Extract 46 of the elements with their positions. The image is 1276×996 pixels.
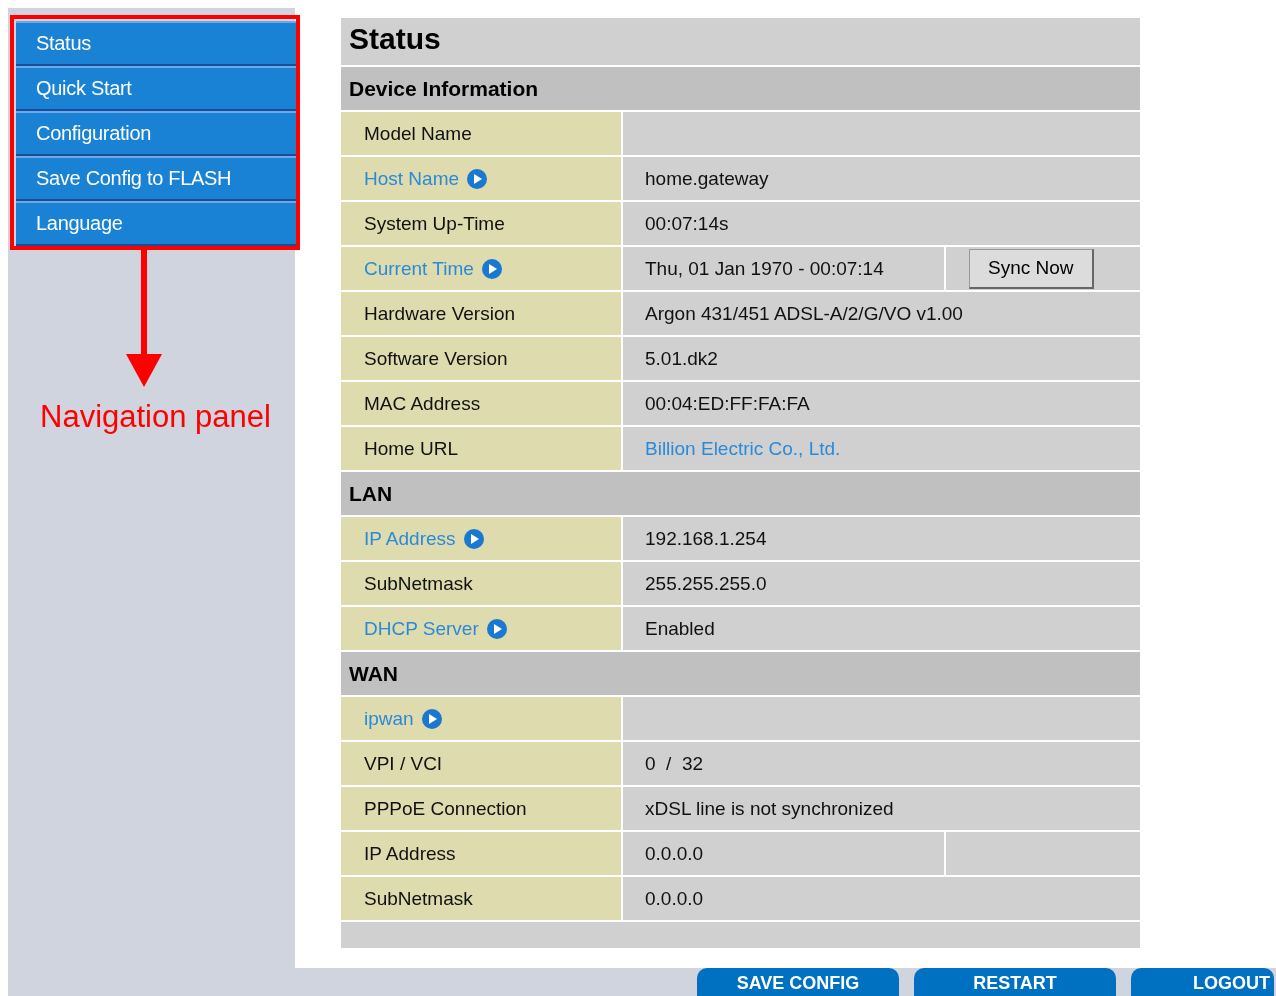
label-cell: Model Name <box>341 112 621 155</box>
label-cell: SubNetmask <box>341 877 621 920</box>
footer-button[interactable]: LOGOUT <box>1131 968 1274 996</box>
label-cell: Home URL <box>341 427 621 470</box>
label-cell: VPI / VCI <box>341 742 621 785</box>
arrow-circle-icon[interactable] <box>463 528 484 549</box>
label-cell: SubNetmask <box>341 562 621 605</box>
nav-item[interactable]: Configuration <box>16 111 296 156</box>
nav-item[interactable]: Quick Start <box>16 66 296 111</box>
label-link[interactable]: ipwan <box>364 707 414 730</box>
label-cell: Software Version <box>341 337 621 380</box>
value-cell: home.gateway <box>623 157 1140 200</box>
label-cell: Hardware Version <box>341 292 621 335</box>
footer-button[interactable]: RESTART <box>914 968 1116 996</box>
section-header: WAN <box>341 652 1140 695</box>
value-cell: Thu, 01 Jan 1970 - 00:07:14 <box>623 247 944 290</box>
arrow-circle-icon[interactable] <box>486 618 507 639</box>
nav-item[interactable]: Status <box>16 21 296 66</box>
section-header: LAN <box>341 472 1140 515</box>
arrow-circle-icon[interactable] <box>421 708 442 729</box>
nav-item[interactable]: Save Config to FLASH <box>16 156 296 201</box>
arrow-circle-icon[interactable] <box>481 258 502 279</box>
footer-button[interactable]: SAVE CONFIG <box>697 968 899 996</box>
value-cell: 00:04:ED:FF:FA:FA <box>623 382 1140 425</box>
arrow-circle-icon[interactable] <box>467 168 488 189</box>
value-cell: Argon 431/451 ADSL-A/2/G/VO v1.00 <box>623 292 1140 335</box>
section-header: Device Information <box>341 67 1140 110</box>
page-title: Status <box>341 18 1140 65</box>
sync-now-button[interactable]: Sync Now <box>969 248 1094 289</box>
value-cell: Enabled <box>623 607 1140 650</box>
value-cell: 0 / 32 <box>623 742 1140 785</box>
label-link[interactable]: IP Address <box>364 527 456 550</box>
label-cell: IP Address <box>341 832 621 875</box>
value-cell: 0.0.0.0 <box>623 877 1140 920</box>
label-cell: PPPoE Connection <box>341 787 621 830</box>
value-cell: 192.168.1.254 <box>623 517 1140 560</box>
value-cell: 255.255.255.0 <box>623 562 1140 605</box>
value-cell: xDSL line is not synchronized <box>623 787 1140 830</box>
value-cell: 0.0.0.0 <box>623 832 944 875</box>
value-cell: 00:07:14s <box>623 202 1140 245</box>
label-cell: System Up-Time <box>341 202 621 245</box>
annotation-label: Navigation panel <box>40 399 272 435</box>
nav-item[interactable]: Language <box>16 201 296 246</box>
label-cell: MAC Address <box>341 382 621 425</box>
value-cell: 5.01.dk2 <box>623 337 1140 380</box>
label-link[interactable]: Host Name <box>364 167 460 190</box>
